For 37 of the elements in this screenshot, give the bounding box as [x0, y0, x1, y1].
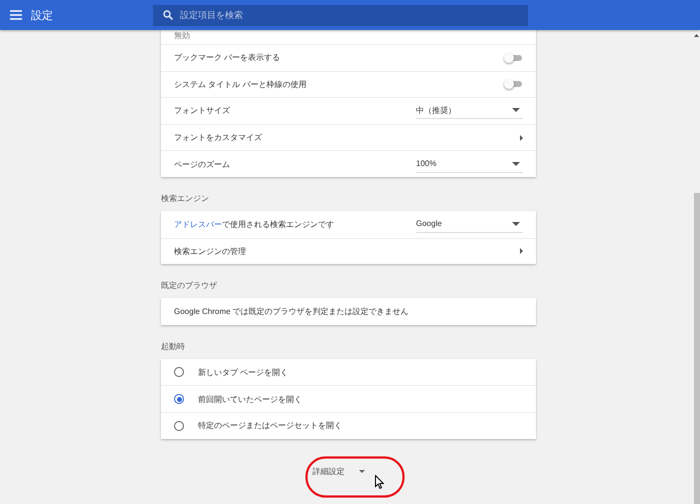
setting-label: アドレスバーで使用される検索エンジンです: [174, 218, 335, 230]
caret-icon: [358, 470, 364, 473]
setting-label: ブックマーク バーを表示する: [174, 52, 282, 64]
radio-label: 特定のページまたはページセットを開く: [198, 420, 343, 432]
page-title: 設定: [31, 8, 54, 22]
setting-label: ページのズーム: [174, 158, 231, 170]
setting-label: フォントサイズ: [174, 105, 231, 116]
section-heading: 起動時: [161, 340, 186, 351]
caret-icon: [512, 108, 520, 112]
dropdown[interactable]: 100%: [416, 156, 523, 173]
settings-link-row[interactable]: 検索エンジンの管理: [161, 238, 536, 264]
search-field[interactable]: 設定項目を検索: [153, 4, 528, 26]
caret-icon: [512, 222, 520, 226]
menu-icon[interactable]: [10, 10, 22, 20]
radio-button[interactable]: [174, 420, 184, 431]
dropdown[interactable]: Google: [416, 216, 523, 233]
chevron-right-icon: [520, 248, 523, 254]
section-heading: 検索エンジン: [161, 192, 210, 203]
settings-link-row[interactable]: フォントをカスタマイズ: [161, 124, 536, 150]
address-bar-link[interactable]: アドレスバー: [174, 220, 222, 229]
section-heading: 既定のブラウザ: [161, 280, 218, 290]
radio-button[interactable]: [174, 394, 184, 404]
info-text: Google Chrome では既定のブラウザを判定または設定できません: [174, 306, 410, 317]
search-icon: [163, 10, 173, 20]
radio-button[interactable]: [174, 367, 184, 378]
toggle-switch[interactable]: [506, 81, 522, 88]
mouse-pointer-icon: [375, 474, 384, 489]
radio-label: 前回開いていたページを開く: [198, 394, 303, 405]
setting-sublabel: 無効: [174, 30, 190, 41]
setting-label: システム タイトル バーと枠線の使用: [174, 78, 308, 90]
scrollbar-thumb[interactable]: [694, 193, 700, 504]
caret-icon: [512, 162, 520, 166]
radio-label: 新しいタブ ページを開く: [198, 366, 290, 378]
toggle-switch[interactable]: [506, 54, 522, 61]
scroll-up-icon[interactable]: [694, 34, 699, 37]
dropdown[interactable]: 中（推奨）: [416, 102, 523, 120]
chevron-right-icon: [520, 134, 523, 141]
